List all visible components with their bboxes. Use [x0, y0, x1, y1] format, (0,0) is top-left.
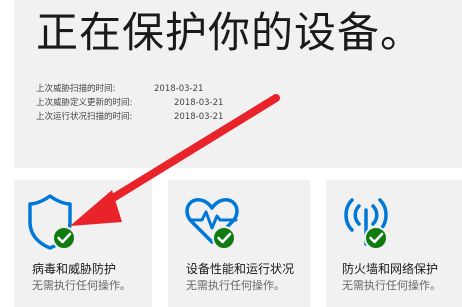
protection-status-heading: 正在保护你的设备。	[36, 8, 424, 57]
wifi-antenna-icon	[340, 192, 402, 256]
tile-title: 设备性能和运行状况	[186, 262, 295, 276]
tile-status: 无需执行任何操作。	[186, 279, 285, 292]
shield-icon	[26, 192, 88, 256]
tile-title: 防火墙和网络保护	[342, 262, 439, 276]
scan-info-label: 上次运行状况扫描的时间:	[36, 112, 133, 122]
tile-status: 无需执行任何操作。	[342, 279, 441, 292]
windows-security-home: 正在保护你的设备。 上次威胁扫描的时间: 2018-03-21 上次威胁定义更新…	[0, 0, 462, 307]
tile-firewall-network-protection[interactable]: 防火墙和网络保护 无需执行任何操作。	[326, 180, 462, 307]
scan-info-label: 上次威胁定义更新的时间:	[36, 98, 133, 108]
scan-info-value: 2018-03-21	[174, 112, 224, 122]
tile-device-performance-health[interactable]: 设备性能和运行状况 无需执行任何操作。	[168, 180, 310, 307]
scan-info-value: 2018-03-21	[154, 84, 204, 94]
tile-status: 无需执行任何操作。	[32, 279, 131, 292]
heart-pulse-icon	[182, 192, 248, 256]
tile-title: 病毒和威胁防护	[32, 262, 117, 276]
scan-info-value: 2018-03-21	[174, 98, 224, 108]
scan-info-label: 上次威胁扫描的时间:	[36, 84, 116, 94]
tile-virus-threat-protection[interactable]: 病毒和威胁防护 无需执行任何操作。	[14, 180, 152, 307]
